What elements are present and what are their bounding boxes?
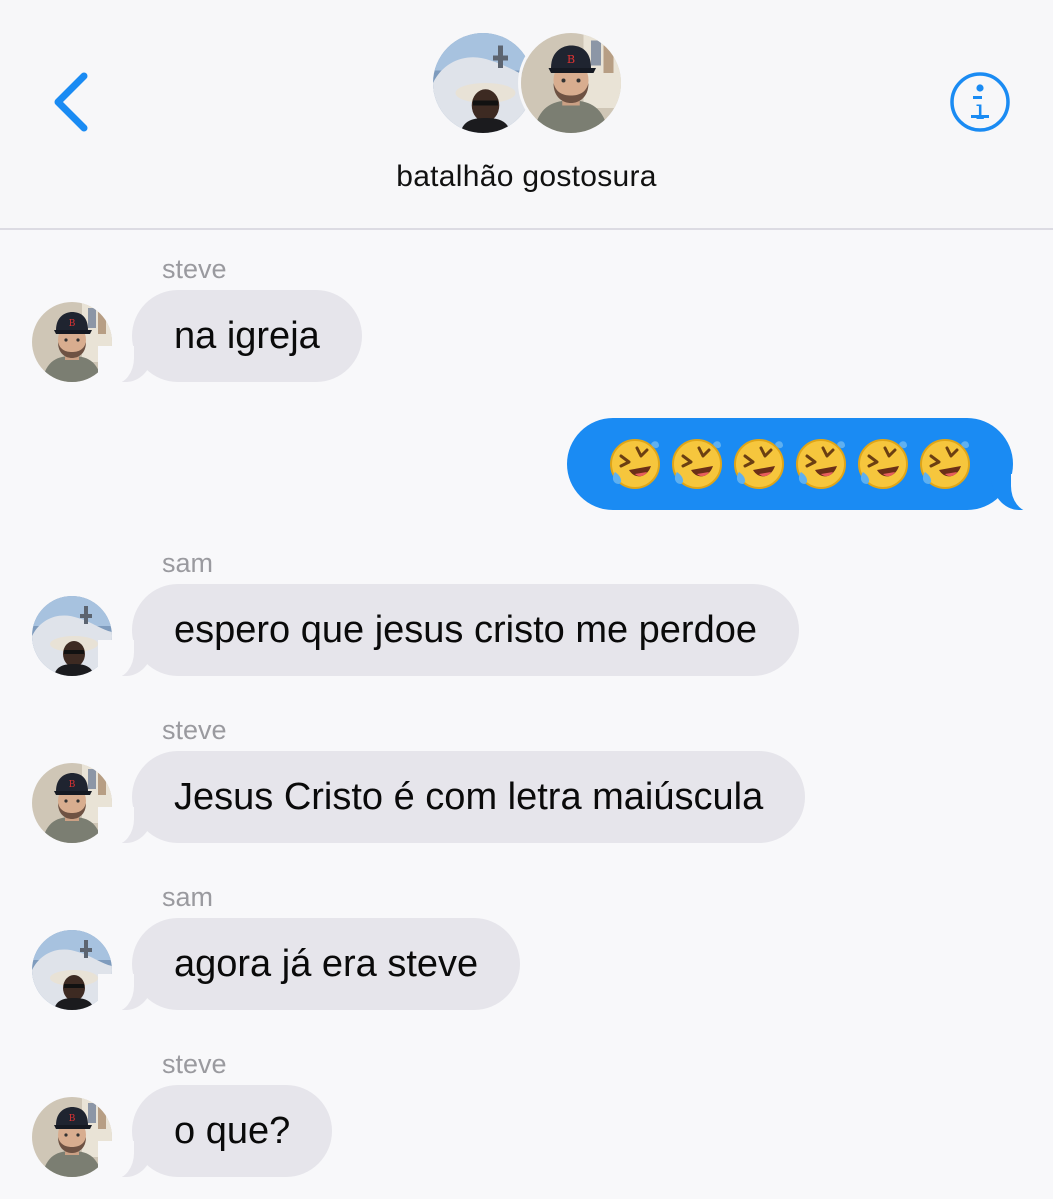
sender-name: steve — [162, 254, 227, 284]
message-bubble[interactable]: espero que jesus cristo me perdoe — [98, 584, 799, 678]
message-bubble[interactable]: na igreja — [98, 290, 362, 384]
message-bubble-outgoing[interactable] — [567, 418, 1047, 512]
sender-name: sam — [162, 548, 214, 578]
message-text: espero que jesus cristo me perdoe — [174, 609, 757, 651]
message-text: na igreja — [174, 315, 320, 357]
rolling-on-floor-laughing-emoji — [669, 436, 725, 492]
sender-name: steve — [162, 1049, 227, 1079]
emoji-row — [607, 418, 973, 510]
message-bubble[interactable]: Jesus Cristo é com letra maiúscula — [97, 751, 806, 845]
rolling-on-floor-laughing-emoji — [855, 436, 911, 492]
info-icon: ı — [950, 72, 1010, 132]
back-button[interactable] — [40, 62, 100, 142]
rolling-on-floor-laughing-emoji — [607, 436, 663, 492]
rolling-on-floor-laughing-emoji — [793, 436, 849, 492]
sender-name: sam — [162, 882, 214, 912]
message-text: Jesus Cristo é com letra maiúscula — [174, 776, 764, 818]
message-text: o que? — [174, 1110, 291, 1152]
group-avatars[interactable] — [430, 30, 630, 140]
rolling-on-floor-laughing-emoji — [731, 436, 787, 492]
conversation-header: batalhão gostosura ı — [0, 0, 1053, 230]
avatar-steve — [518, 30, 624, 136]
sender-name: steve — [162, 715, 227, 745]
rolling-on-floor-laughing-emoji — [917, 436, 973, 492]
message-bubble[interactable]: o que? — [97, 1085, 333, 1179]
message-bubble[interactable]: agora já era steve — [97, 918, 521, 1012]
message-text: agora já era steve — [174, 943, 479, 985]
group-title[interactable]: batalhão gostosura — [0, 160, 1053, 194]
chevron-left-icon — [54, 72, 88, 132]
info-button[interactable]: ı — [948, 70, 1012, 134]
